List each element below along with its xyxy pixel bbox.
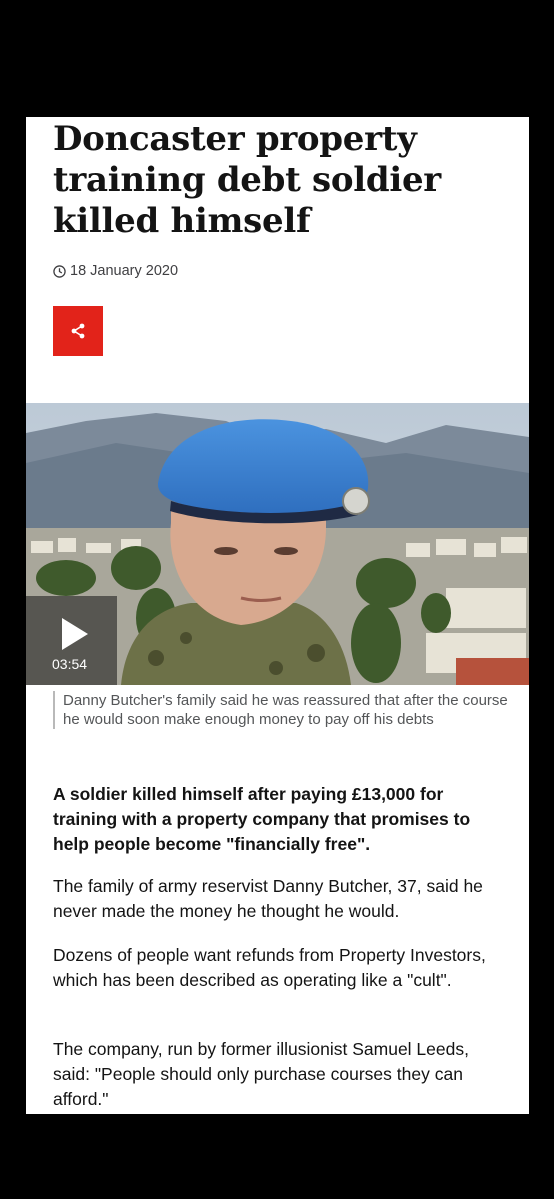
clock-icon <box>53 264 66 278</box>
article-lead: A soldier killed himself after paying £1… <box>53 784 471 854</box>
article-date: 18 January 2020 <box>53 263 178 279</box>
article-page: Doncaster property training debt soldier… <box>26 117 529 1114</box>
video-duration: 03:54 <box>52 656 88 672</box>
article-paragraph: Dozens of people want refunds from Prope… <box>53 945 486 990</box>
date-text: 18 January 2020 <box>70 263 179 279</box>
article-paragraph: The company, run by former illusionist S… <box>53 1039 469 1109</box>
image-caption: Danny Butcher's family said he was reass… <box>53 691 513 729</box>
share-icon <box>71 323 85 339</box>
article-paragraph: The family of army reservist Danny Butch… <box>53 876 483 921</box>
play-button[interactable]: 03:54 <box>26 596 117 685</box>
share-button[interactable] <box>53 306 103 356</box>
play-icon <box>62 618 88 650</box>
video-player[interactable]: 03:54 <box>26 403 529 685</box>
article-headline: Doncaster property training debt soldier… <box>53 119 441 241</box>
